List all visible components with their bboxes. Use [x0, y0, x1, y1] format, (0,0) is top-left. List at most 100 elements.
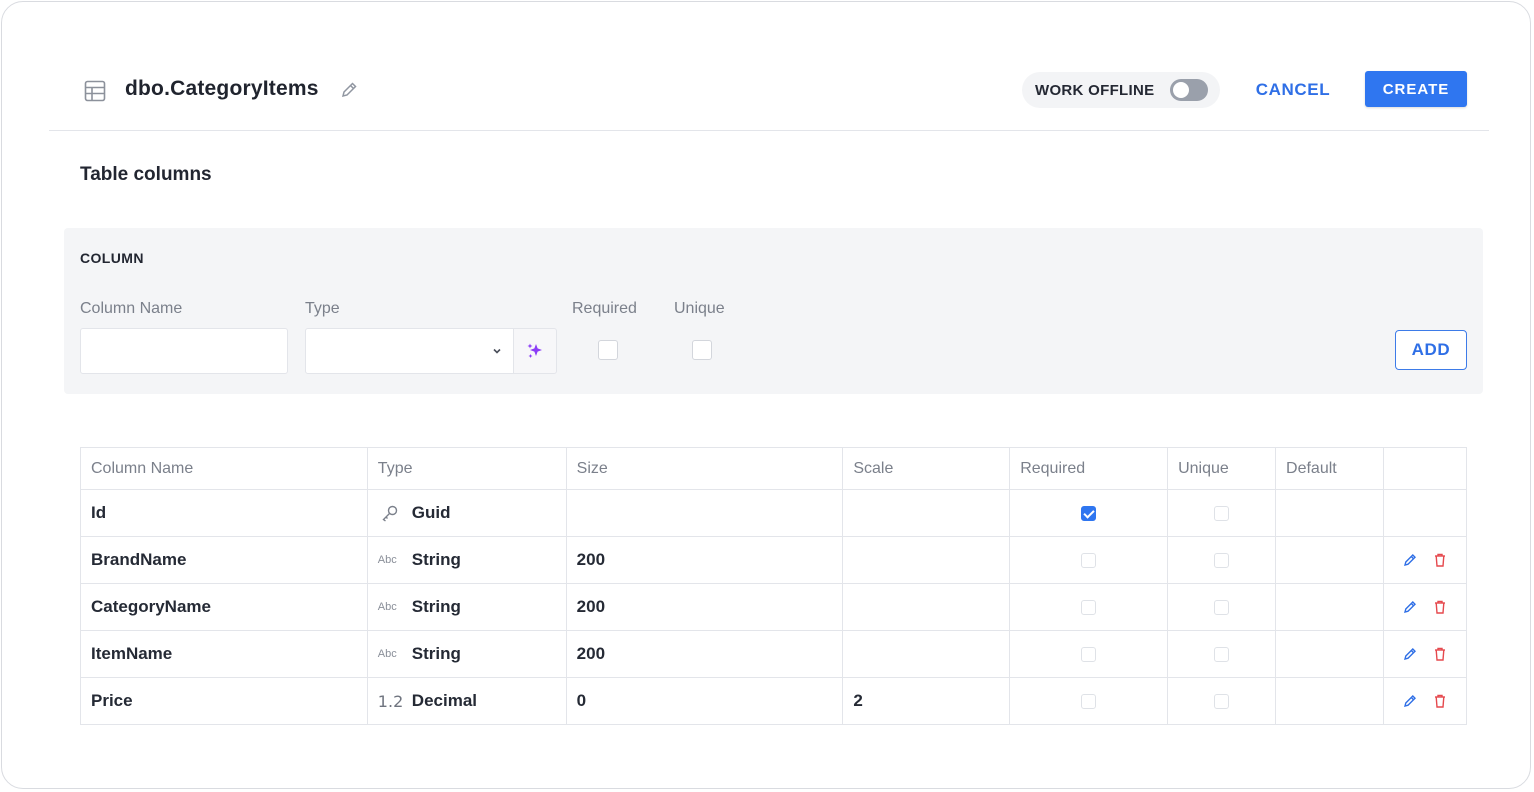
- delete-icon[interactable]: [1432, 646, 1448, 662]
- header-unique: Unique: [1167, 447, 1277, 490]
- ai-suggest-button[interactable]: [513, 328, 557, 374]
- row-actions: [1394, 599, 1466, 615]
- column-name-label: Column Name: [80, 300, 183, 317]
- row-actions: [1394, 552, 1466, 568]
- cell-required: [1009, 677, 1169, 725]
- table-title: dbo.CategoryItems: [125, 77, 319, 100]
- table-row: ItemName Abc String 200: [80, 630, 1468, 678]
- row-actions: [1394, 693, 1466, 709]
- cell-default: [1275, 677, 1384, 725]
- table-row: CategoryName Abc String 200: [80, 583, 1468, 631]
- cell-unique: [1167, 489, 1277, 537]
- required-checkbox[interactable]: [1081, 694, 1097, 710]
- row-actions: [1394, 646, 1466, 662]
- required-label: Required: [572, 300, 637, 317]
- cell-size: 0: [565, 677, 844, 725]
- chevron-down-icon: [493, 348, 501, 354]
- cell-type: Abc String: [366, 630, 567, 678]
- string-icon: Abc: [377, 554, 397, 566]
- unique-checkbox[interactable]: [692, 340, 712, 360]
- work-offline-label: WORK OFFLINE: [1035, 82, 1155, 99]
- type-value: String: [411, 644, 461, 663]
- header-scale: Scale: [842, 447, 1011, 490]
- cell-unique: [1167, 583, 1277, 631]
- header-actions: [1382, 447, 1468, 490]
- cell-required: [1009, 583, 1169, 631]
- cell-column-name: Id: [80, 489, 368, 537]
- table-row: Id Guid: [80, 489, 1468, 537]
- cancel-button[interactable]: CANCEL: [1241, 72, 1345, 108]
- cell-actions: [1382, 489, 1468, 537]
- toggle-knob: [1173, 82, 1189, 98]
- decimal-icon: 1.2: [377, 691, 404, 711]
- cell-size: [565, 489, 844, 537]
- unique-checkbox[interactable]: [1214, 553, 1230, 569]
- required-checkbox[interactable]: [1081, 647, 1097, 663]
- required-checkbox[interactable]: [1081, 506, 1097, 522]
- columns-table: Column Name Type Size Scale Required Uni…: [80, 447, 1468, 725]
- table-row: BrandName Abc String 200: [80, 536, 1468, 584]
- add-column-button[interactable]: ADD: [1395, 330, 1467, 370]
- unique-checkbox[interactable]: [1214, 694, 1230, 710]
- cell-scale: [842, 489, 1011, 537]
- edit-icon[interactable]: [1402, 646, 1418, 662]
- cell-column-name: Price: [80, 677, 368, 725]
- unique-label: Unique: [674, 300, 725, 317]
- table-header-row: Column Name Type Size Scale Required Uni…: [80, 447, 1468, 490]
- header-default: Default: [1275, 447, 1384, 490]
- cell-scale: 2: [842, 677, 1011, 725]
- cell-scale: [842, 583, 1011, 631]
- required-checkbox[interactable]: [1081, 600, 1097, 616]
- cell-size: 200: [565, 630, 844, 678]
- column-name-input[interactable]: [80, 328, 288, 374]
- delete-icon[interactable]: [1432, 599, 1448, 615]
- header-column-name: Column Name: [80, 447, 368, 490]
- cell-size: 200: [565, 583, 844, 631]
- cell-column-name: ItemName: [80, 630, 368, 678]
- cell-default: [1275, 583, 1384, 631]
- header-type: Type: [366, 447, 567, 490]
- cell-unique: [1167, 677, 1277, 725]
- cell-scale: [842, 630, 1011, 678]
- sparkle-icon: [527, 343, 542, 358]
- type-value: Guid: [411, 503, 451, 522]
- unique-checkbox[interactable]: [1214, 600, 1230, 616]
- cell-actions: [1382, 630, 1468, 678]
- cell-unique: [1167, 536, 1277, 584]
- string-icon: Abc: [377, 601, 397, 613]
- cell-default: [1275, 630, 1384, 678]
- cell-column-name: CategoryName: [80, 583, 368, 631]
- work-offline-control: WORK OFFLINE: [1022, 72, 1220, 108]
- type-select[interactable]: [305, 328, 514, 374]
- header-required: Required: [1009, 447, 1169, 490]
- cell-scale: [842, 536, 1011, 584]
- delete-icon[interactable]: [1432, 693, 1448, 709]
- type-value: String: [411, 550, 461, 569]
- table-body: Id Guid BrandName Abc String 200 CategoryName A…: [80, 489, 1468, 725]
- key-icon: [382, 505, 397, 522]
- required-checkbox[interactable]: [598, 340, 618, 360]
- unique-checkbox[interactable]: [1214, 506, 1230, 522]
- edit-icon[interactable]: [1402, 599, 1418, 615]
- string-icon: Abc: [377, 648, 397, 660]
- cell-required: [1009, 630, 1169, 678]
- app-window: dbo.CategoryItems WORK OFFLINE CANCEL CR…: [1, 1, 1531, 789]
- edit-icon[interactable]: [1402, 693, 1418, 709]
- work-offline-toggle[interactable]: [1170, 79, 1208, 101]
- page-header: dbo.CategoryItems WORK OFFLINE CANCEL CR…: [49, 60, 1489, 131]
- column-form-heading: COLUMN: [80, 250, 144, 266]
- cell-default: [1275, 489, 1384, 537]
- edit-icon[interactable]: [1402, 552, 1418, 568]
- unique-checkbox[interactable]: [1214, 647, 1230, 663]
- edit-title-icon[interactable]: [339, 80, 359, 100]
- cell-required: [1009, 489, 1169, 537]
- required-checkbox[interactable]: [1081, 553, 1097, 569]
- cell-type: Abc String: [366, 583, 567, 631]
- delete-icon[interactable]: [1432, 552, 1448, 568]
- create-button[interactable]: CREATE: [1365, 71, 1467, 107]
- table-icon: [84, 80, 106, 102]
- cell-type: Guid: [366, 489, 567, 537]
- type-value: Decimal: [411, 691, 477, 710]
- cell-actions: [1382, 677, 1468, 725]
- cell-unique: [1167, 630, 1277, 678]
